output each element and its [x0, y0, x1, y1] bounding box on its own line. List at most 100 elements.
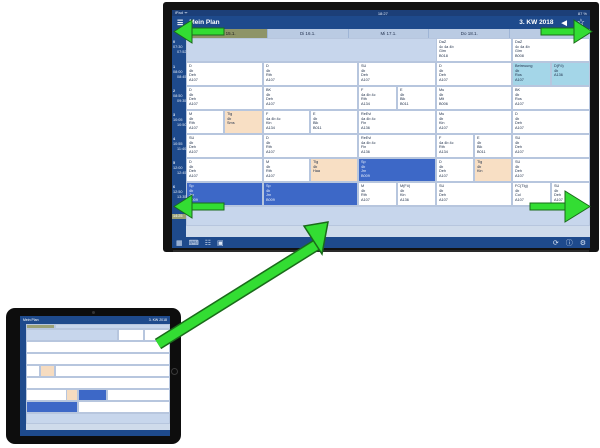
refresh-icon[interactable]: ⟳: [553, 239, 559, 247]
timetable-screen: iPad ᯤ 18:27 87 % ☰ Mein Plan 3. KW 2018…: [172, 10, 590, 248]
tablet-week-label: 3. KW 2018: [148, 318, 167, 322]
lesson-cell[interactable]: D 4b Deh A107: [186, 62, 263, 86]
lesson-cell[interactable]: D 4b Deh A107: [512, 110, 590, 134]
lesson-cell[interactable]: SU 4b Deh A107: [512, 158, 590, 182]
status-time: 18:27: [377, 10, 388, 16]
day-header-wed[interactable]: Mi 17.1.: [347, 29, 429, 38]
lesson-cell[interactable]: M 4b Rth A107: [358, 182, 397, 206]
lesson-cell[interactable]: SU 4b Deh A107: [551, 182, 590, 206]
lesson-cell[interactable]: SU 4b Deh A107: [186, 134, 263, 158]
lesson-cell[interactable]: BK 4b Ros A107: [512, 86, 590, 110]
lesson-cell[interactable]: F 4a 4b 4c Rth A134: [436, 134, 474, 158]
lesson-cell[interactable]: M 4b Rth A107: [263, 158, 310, 182]
tablet-cell: [26, 377, 170, 389]
period-extra: 14:25: [172, 214, 186, 219]
lesson-cell[interactable]: FC(Tlg) 4b Col A107: [512, 182, 551, 206]
lesson-cell[interactable]: E 4b Blk B011: [474, 134, 512, 158]
previous-week-icon[interactable]: ◀: [562, 19, 567, 27]
period-column: 007:30 07:52 108:00 08:45 208:50 09:35 310:…: [172, 38, 187, 237]
lesson-cell[interactable]: SU 4b Deh A107: [358, 62, 436, 86]
status-battery: 87 %: [577, 10, 587, 16]
bottom-toolbar: ▦ ⌨ ☷ ▣ ⟳ ⓘ ⚙: [172, 237, 590, 248]
lesson-cell[interactable]: SU 4b Deh A107: [512, 134, 590, 158]
lesson-cell-highlighted[interactable]: Sp 4b Jrn B009: [186, 182, 263, 206]
tablet-toolbar: [20, 430, 170, 436]
lesson-cell[interactable]: E 4b Blk B011: [310, 110, 358, 134]
day-header-thu[interactable]: Do 18.1.: [428, 29, 510, 38]
tablet-cell: [66, 389, 78, 401]
tablet-cell: [26, 413, 170, 424]
info-icon[interactable]: ⓘ: [566, 238, 573, 248]
title-bar: ☰ Mein Plan 3. KW 2018 ◀ ☆: [172, 16, 590, 29]
home-button[interactable]: [171, 368, 178, 375]
period-5: 512:00 12:45: [173, 161, 187, 175]
lesson-cell[interactable]: ReEvl 4a 4b 4c Fin A136: [358, 110, 436, 134]
lesson-cell[interactable]: F 4a 4b 4c Kin A134: [263, 110, 310, 134]
lesson-cell-highlighted[interactable]: Sp 4b Jrn B009: [358, 158, 436, 182]
day-header-mon[interactable]: Mo 15.1.: [186, 29, 267, 38]
period-6: 612:50 13:35: [173, 185, 187, 199]
lesson-cell[interactable]: D 4b Deh A107: [436, 62, 512, 86]
star-icon[interactable]: ☆: [577, 17, 585, 28]
lesson-cell[interactable]: SU 4b Deh A107: [436, 182, 512, 206]
tablet-cell: [26, 365, 40, 377]
lesson-cell[interactable]: M(Fö) 4b Kin A136: [397, 182, 436, 206]
tablet-cell: [118, 329, 144, 341]
tablet-screen: Mein Plan 3. KW 2018: [20, 316, 170, 436]
lesson-cell[interactable]: Betreuung 4b Ros A107: [512, 62, 551, 86]
tablet-app-title: Mein Plan: [23, 318, 39, 322]
tablet-cell: [78, 389, 107, 401]
tablet-title-bar: Mein Plan 3. KW 2018: [20, 316, 170, 324]
tablet-cell: [26, 353, 170, 365]
tablet-cell: [55, 365, 170, 377]
grid-icon[interactable]: ▦: [176, 239, 183, 247]
menu-icon[interactable]: ☰: [177, 19, 183, 27]
timetable-grid: Mo 15.1. Di 16.1. Mi 17.1. Do 18.1. Fr 1…: [172, 29, 590, 237]
tablet-device: Mein Plan 3. KW 2018: [6, 308, 181, 444]
lesson-cell[interactable]: D(Fö) 4b A136: [551, 62, 590, 86]
image-icon[interactable]: ▣: [217, 239, 224, 247]
lesson-cell[interactable]: Tlg 4b Sms: [224, 110, 263, 134]
tablet-cell: [144, 329, 170, 341]
week-label: 3. KW 2018: [519, 19, 554, 26]
lesson-cell[interactable]: F 4a 4b 4c Rth A134: [358, 86, 397, 110]
lesson-cell-empty[interactable]: [186, 38, 448, 62]
day-header-tue[interactable]: Di 16.1.: [266, 29, 348, 38]
lesson-cell[interactable]: Mu 4b Mlt B006: [436, 86, 512, 110]
tablet-cell: [26, 401, 78, 413]
tablet-cell: [26, 341, 170, 353]
lesson-cell[interactable]: D 4b Rth A107: [263, 62, 358, 86]
tablet-cell: [107, 389, 170, 401]
tablet-cell: [26, 329, 118, 341]
lesson-cell[interactable]: D 4b Deh A107: [186, 86, 263, 110]
lesson-cell[interactable]: Tlg 4b Kin: [474, 158, 512, 182]
lesson-cell[interactable]: E 4b Blk B011: [397, 86, 436, 110]
lesson-cell[interactable]: D 4b Deh A107: [436, 158, 474, 182]
camera-icon: [92, 311, 95, 314]
lesson-cell-empty[interactable]: [186, 206, 590, 226]
tablet-timetable: [20, 324, 170, 430]
tablet-cell: [40, 365, 55, 377]
status-left: iPad ᯤ: [175, 10, 188, 15]
period-0: 007:30 07:52: [173, 40, 187, 54]
lesson-cell[interactable]: DaZ 4c 4a 4b Gim B018: [436, 38, 512, 62]
period-3: 310:05 10:50: [173, 113, 187, 127]
day-header-fri[interactable]: Fr 19.1.: [509, 29, 590, 38]
tablet-cell: [78, 401, 170, 413]
lesson-cell[interactable]: M 4b Rth A107: [186, 110, 224, 134]
keyboard-icon[interactable]: ⌨: [189, 239, 199, 247]
display-monitor: iPad ᯤ 18:27 87 % ☰ Mein Plan 3. KW 2018…: [163, 2, 599, 252]
settings-icon[interactable]: ⚙: [580, 239, 586, 247]
lesson-cell[interactable]: BK 4b Deh A107: [263, 86, 358, 110]
lesson-cell[interactable]: D 4b Deh A107: [186, 158, 263, 182]
lesson-cell[interactable]: DaZ 4c 4a 4b Gim B008: [512, 38, 590, 62]
lesson-cell[interactable]: ReEvl 4a 4b 4c Fin A136: [358, 134, 436, 158]
lesson-cell-highlighted[interactable]: Sp 4b Jrn B009: [263, 182, 358, 206]
period-2: 208:50 09:35: [173, 89, 187, 103]
list-icon[interactable]: ☷: [205, 239, 211, 247]
lesson-cell[interactable]: D 4b Rth A107: [263, 134, 358, 158]
lesson-cell[interactable]: Mu 4b Kin A107: [436, 110, 512, 134]
period-1: 108:00 08:45: [173, 65, 187, 79]
day-header-row: Mo 15.1. Di 16.1. Mi 17.1. Do 18.1. Fr 1…: [172, 29, 590, 38]
lesson-cell[interactable]: Tlg 4b Haa: [310, 158, 358, 182]
